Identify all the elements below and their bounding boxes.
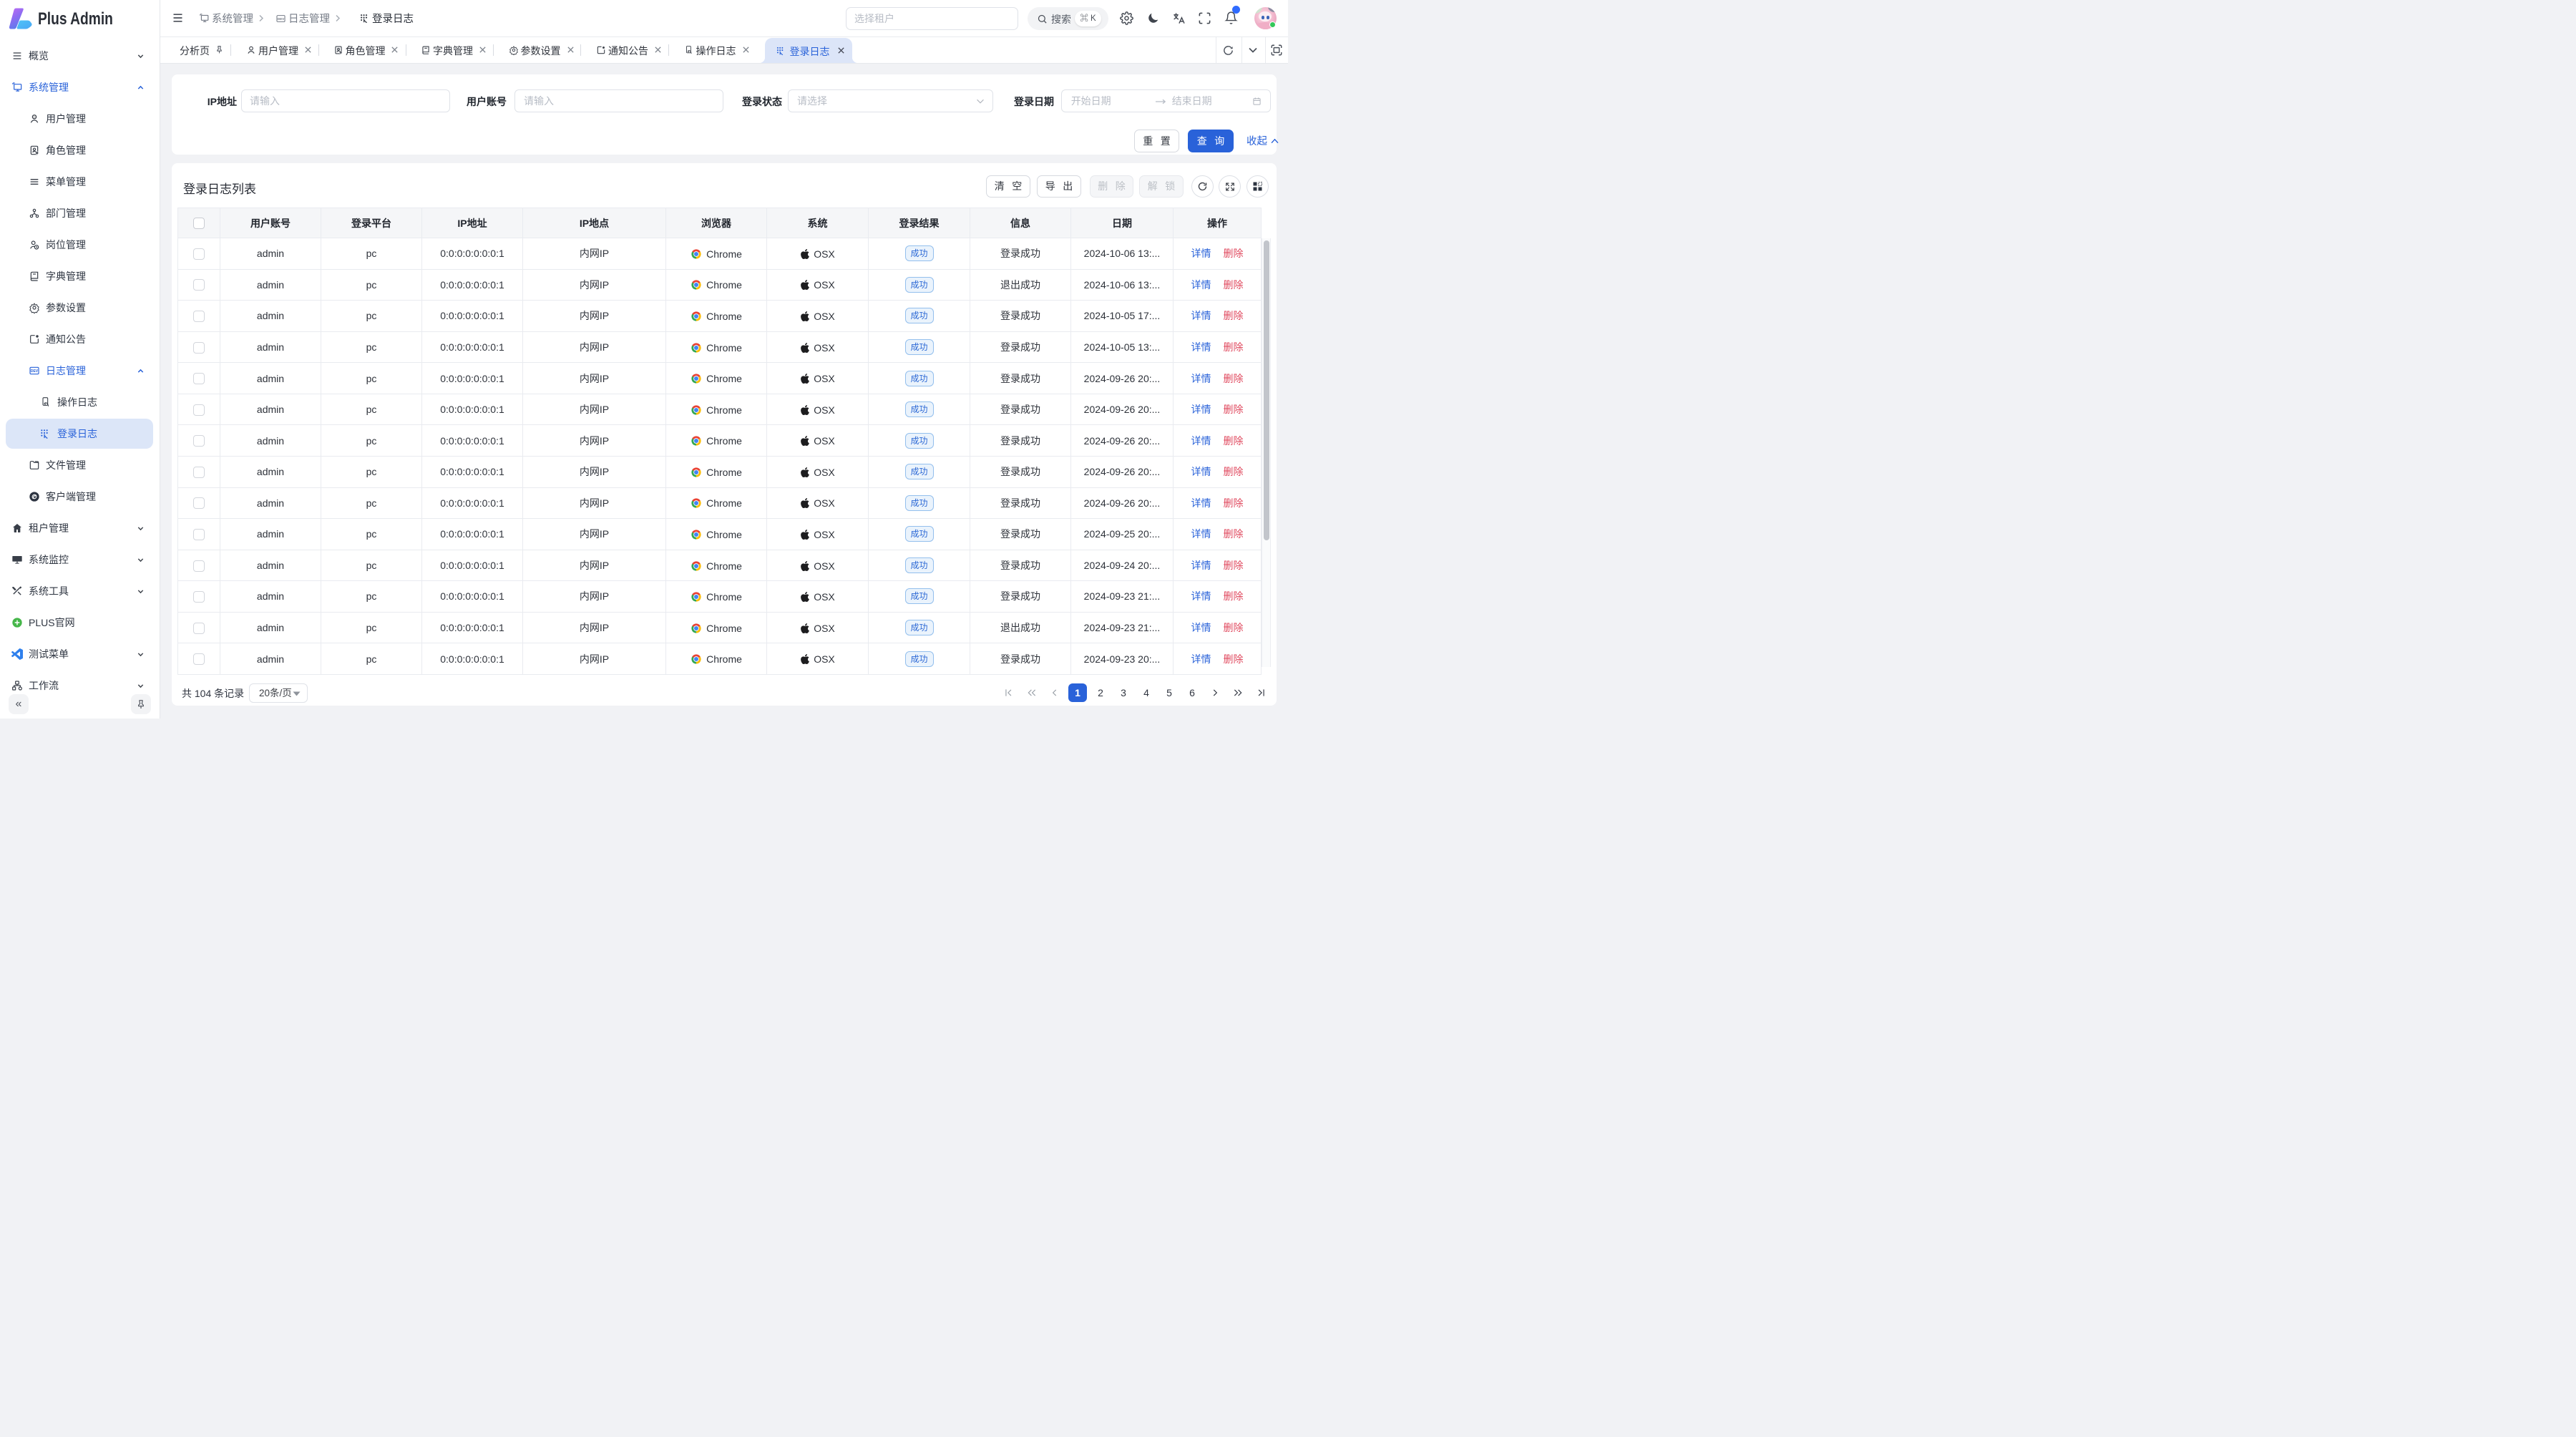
svg-text:DEV: DEV [278, 16, 285, 20]
svg-text:DEV: DEV [31, 369, 39, 374]
